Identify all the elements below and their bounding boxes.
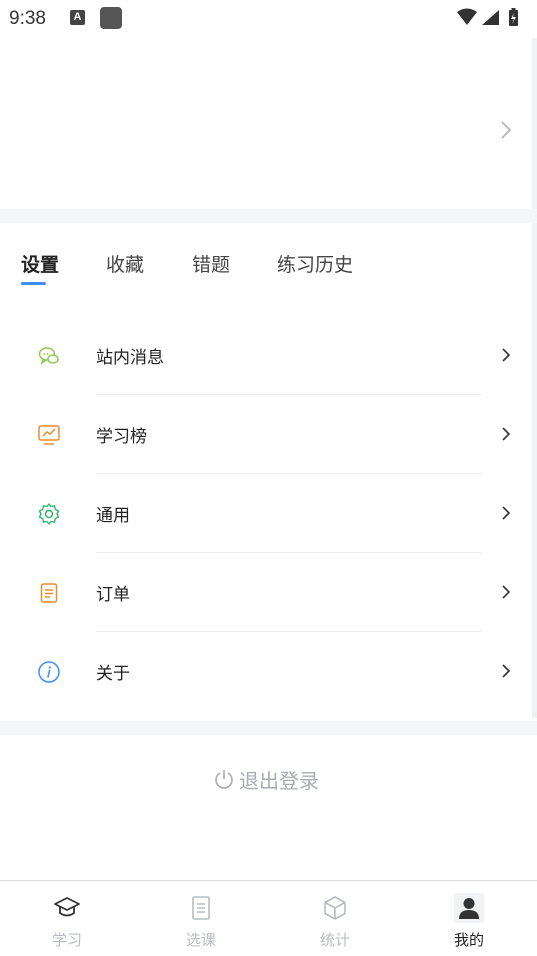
chevron-right-icon (502, 506, 511, 520)
status-icons (457, 8, 529, 28)
tab-settings[interactable]: 设置 (21, 250, 59, 277)
menu-label-general: 通用 (96, 506, 130, 526)
tabbar-courses[interactable]: 选课 (134, 881, 268, 956)
tabbar-label-study: 学习 (51, 931, 82, 949)
chevron-right-icon (502, 664, 511, 678)
notification-app-icon (100, 7, 122, 29)
chevron-right-icon (502, 427, 511, 441)
logout-label: 退出登录 (239, 768, 319, 793)
menu-item-general[interactable]: 通用 (0, 474, 532, 553)
menu-label-messages: 站内消息 (96, 348, 164, 368)
tabbar-study[interactable]: 学习 (0, 881, 134, 956)
tab-favorites[interactable]: 收藏 (106, 250, 144, 277)
status-bar: 9:38 A (0, 0, 537, 38)
chevron-right-icon (502, 585, 511, 599)
bottom-tab-bar: 学习 选课 统计 我的 (0, 880, 537, 956)
tabbar-label-courses: 选课 (185, 931, 216, 949)
tabbar-mine[interactable]: 我的 (402, 881, 536, 956)
section-gap (0, 721, 537, 735)
scroll-edge (532, 38, 537, 718)
power-icon (215, 770, 233, 789)
logout-section: 退出登录 (0, 735, 537, 881)
gear-icon (38, 503, 60, 525)
user-icon (454, 893, 484, 923)
notification-a-icon: A (70, 10, 85, 25)
chat-bubbles-icon (38, 347, 59, 365)
tabbar-stats[interactable]: 统计 (268, 881, 402, 956)
active-tab-indicator (21, 282, 46, 285)
menu-label-about: 关于 (96, 664, 130, 684)
tab-wrong-questions[interactable]: 错题 (192, 250, 230, 277)
profile-card[interactable] (0, 38, 532, 209)
logout-button[interactable]: 退出登录 (213, 765, 319, 793)
profile-tabs: 设置 收藏 错题 练习历史 (0, 223, 532, 303)
cube-icon (324, 896, 346, 920)
menu-label-leaderboard: 学习榜 (96, 427, 147, 447)
menu-label-orders: 订单 (96, 585, 130, 605)
section-gap (0, 209, 537, 223)
graduation-cap-icon (54, 897, 80, 917)
document-icon (40, 583, 58, 603)
status-time: 9:38 (9, 8, 46, 29)
info-icon (38, 661, 60, 683)
tabbar-label-stats: 统计 (319, 931, 350, 949)
menu-item-orders[interactable]: 订单 (0, 553, 532, 632)
tab-practice-history[interactable]: 练习历史 (277, 250, 353, 277)
list-icon (192, 896, 210, 920)
menu-item-leaderboard[interactable]: 学习榜 (0, 395, 532, 474)
menu-item-about[interactable]: 关于 (0, 632, 532, 711)
chevron-right-icon (501, 121, 512, 139)
chart-monitor-icon (38, 425, 60, 445)
tabbar-label-mine: 我的 (453, 931, 484, 949)
wifi-signal-battery-icon (457, 8, 518, 26)
menu-item-messages[interactable]: 站内消息 (0, 316, 532, 395)
chevron-right-icon (502, 348, 511, 362)
